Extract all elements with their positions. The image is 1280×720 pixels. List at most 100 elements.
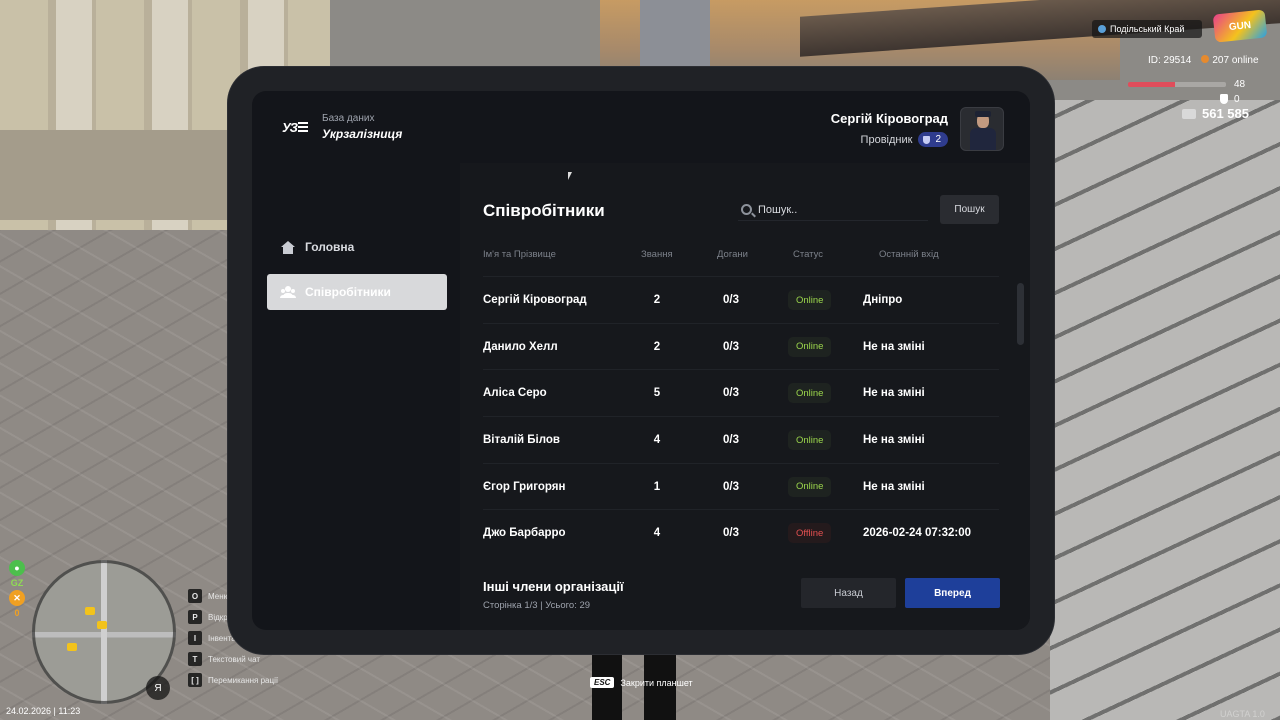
- rank-value: 2: [935, 134, 941, 145]
- employee-name: Данило Хелл: [483, 340, 558, 353]
- status-badge: Online: [788, 383, 832, 404]
- map-marker-icon: [67, 643, 77, 651]
- table-row[interactable]: Джо Барбарро 4 0/3 Offline 2026-02-24 07…: [483, 509, 999, 556]
- railway-tracks: [1050, 100, 1280, 720]
- employee-name: Єгор Григорян: [483, 480, 566, 493]
- armor-value: 0: [1234, 94, 1240, 105]
- back-button[interactable]: Назад: [801, 578, 896, 608]
- server-icon: [1098, 25, 1106, 33]
- money-value: 561 585: [1202, 106, 1249, 121]
- employee-rank: 1: [653, 480, 661, 493]
- map-marker-icon: [85, 607, 95, 615]
- table-scrollbar[interactable]: [1017, 283, 1024, 345]
- gz-label: GZ: [10, 578, 24, 588]
- search-button[interactable]: Пошук: [940, 195, 999, 224]
- wanted-count: 0: [14, 608, 20, 618]
- column-header-status: Статус: [793, 249, 824, 260]
- pagination-info: Сторінка 1/3 | Усього: 29: [483, 600, 591, 611]
- status-badge: Offline: [788, 523, 832, 544]
- table-header: Ім'я та Прізвище Звання Догани Статус Ос…: [483, 245, 999, 265]
- shield-icon: [923, 135, 931, 144]
- sidebar: Головна Співробітники: [267, 163, 447, 630]
- column-header-last-login: Останній вхід: [879, 249, 939, 260]
- money-icon: [1182, 108, 1196, 119]
- home-icon: [281, 240, 295, 254]
- employee-rank: 5: [653, 387, 661, 400]
- user-role: Провідник: [860, 133, 913, 146]
- footer-title: Інші члени організації: [483, 579, 624, 594]
- status-badge: Online: [788, 430, 832, 451]
- column-header-rank: Звання: [641, 249, 673, 260]
- tablet-frame: УЗ База даних Укрзалізниця Сергій Кірово…: [228, 67, 1054, 654]
- tablet-header: УЗ База даних Укрзалізниця Сергій Кірово…: [252, 91, 1030, 163]
- employee-last-login: Не на зміні: [863, 480, 925, 493]
- status-badge: Online: [788, 336, 832, 357]
- user-profile: Сергій Кіровоград Провідник 2: [831, 107, 1004, 151]
- player-id: ID: 29514: [1148, 55, 1192, 66]
- search-box: [738, 199, 928, 221]
- brand: УЗ База даних Укрзалізниця: [282, 113, 402, 141]
- voice-chat-mic-icon: Я: [146, 676, 170, 700]
- status-badge: Online: [788, 290, 832, 310]
- column-header-name: Ім'я та Прізвище: [483, 249, 556, 260]
- employee-last-login: Не на зміні: [863, 387, 925, 400]
- player-info: ID: 29514 207 online: [1148, 55, 1259, 66]
- employee-last-login: Дніпро: [863, 294, 903, 306]
- employee-warnings: 0/3: [723, 294, 739, 306]
- server-badge: Подільський Край: [1092, 20, 1202, 38]
- sidebar-item-home[interactable]: Головна: [267, 229, 447, 265]
- esc-key: ESC: [590, 677, 615, 688]
- brand-text: База даних Укрзалізниця: [322, 113, 402, 141]
- employee-warnings: 0/3: [723, 434, 739, 447]
- column-header-warnings: Догани: [717, 249, 748, 260]
- next-button[interactable]: Вперед: [905, 578, 1000, 608]
- brand-subtitle: База даних: [322, 113, 375, 124]
- table-row[interactable]: Єгор Григорян 1 0/3 Online Не на зміні: [483, 462, 999, 510]
- avatar[interactable]: [960, 107, 1004, 151]
- tablet-screen: УЗ База даних Укрзалізниця Сергій Кірово…: [252, 91, 1030, 630]
- wanted-icon: ✕: [9, 590, 25, 606]
- table-row[interactable]: Аліса Серо 5 0/3 Online Не на зміні: [483, 369, 999, 416]
- employee-warnings: 0/3: [723, 340, 739, 353]
- online-count: 207 online: [1201, 55, 1259, 66]
- shield-status-icon: ●: [9, 560, 25, 576]
- user-role-row: Провідник 2: [861, 132, 948, 147]
- mouse-cursor-icon: [568, 172, 572, 180]
- health-value: 48: [1234, 79, 1246, 90]
- staff-panel: Співробітники Пошук Ім'я та Прізвище Зва…: [460, 163, 1030, 630]
- search-input[interactable]: [758, 203, 908, 216]
- uz-logo-icon: УЗ: [282, 118, 310, 136]
- employee-warnings: 0/3: [723, 480, 739, 493]
- close-tablet-hint: ESC Закрити планшет: [590, 677, 693, 688]
- money-display: 561 585: [1182, 106, 1249, 121]
- rank-badge: 2: [918, 132, 948, 147]
- game-logo: GUN: [1212, 9, 1268, 43]
- employee-rank: 2: [653, 340, 661, 353]
- table-row[interactable]: Сергій Кіровоград 2 0/3 Online Дніпро: [483, 276, 999, 323]
- status-badge: Online: [788, 476, 832, 497]
- employee-warnings: 0/3: [723, 527, 739, 540]
- brand-title: Укрзалізниця: [322, 127, 403, 141]
- close-tablet-label: Закрити планшет: [620, 677, 693, 688]
- employee-rank: 2: [653, 294, 661, 306]
- page-title: Співробітники: [483, 201, 605, 220]
- staff-table: Сергій Кіровоград 2 0/3 Online Дніпро Да…: [483, 276, 999, 556]
- status-indicators: ● GZ ✕ 0: [8, 560, 26, 618]
- table-row[interactable]: Віталій Білов 4 0/3 Online Не на зміні: [483, 416, 999, 463]
- table-row[interactable]: Данило Хелл 2 0/3 Online Не на зміні: [483, 322, 999, 370]
- online-icon: [1201, 55, 1210, 63]
- employee-warnings: 0/3: [723, 387, 739, 400]
- employee-name: Сергій Кіровоград: [483, 294, 587, 306]
- date-time: 24.02.2026 | 11:23: [6, 706, 81, 716]
- armor-icon: [1220, 94, 1228, 104]
- health-bar: [1128, 82, 1226, 87]
- player-position-icon: [97, 621, 107, 629]
- keybind-radio: [ ] Перемикання рації: [188, 672, 278, 688]
- employee-name: Аліса Серо: [483, 387, 547, 400]
- sidebar-item-staff[interactable]: Співробітники: [267, 274, 447, 310]
- users-icon: [281, 286, 295, 298]
- employee-rank: 4: [653, 434, 661, 447]
- employee-rank: 4: [653, 527, 661, 540]
- employee-name: Джо Барбарро: [483, 527, 566, 540]
- employee-last-login: Не на зміні: [863, 340, 925, 353]
